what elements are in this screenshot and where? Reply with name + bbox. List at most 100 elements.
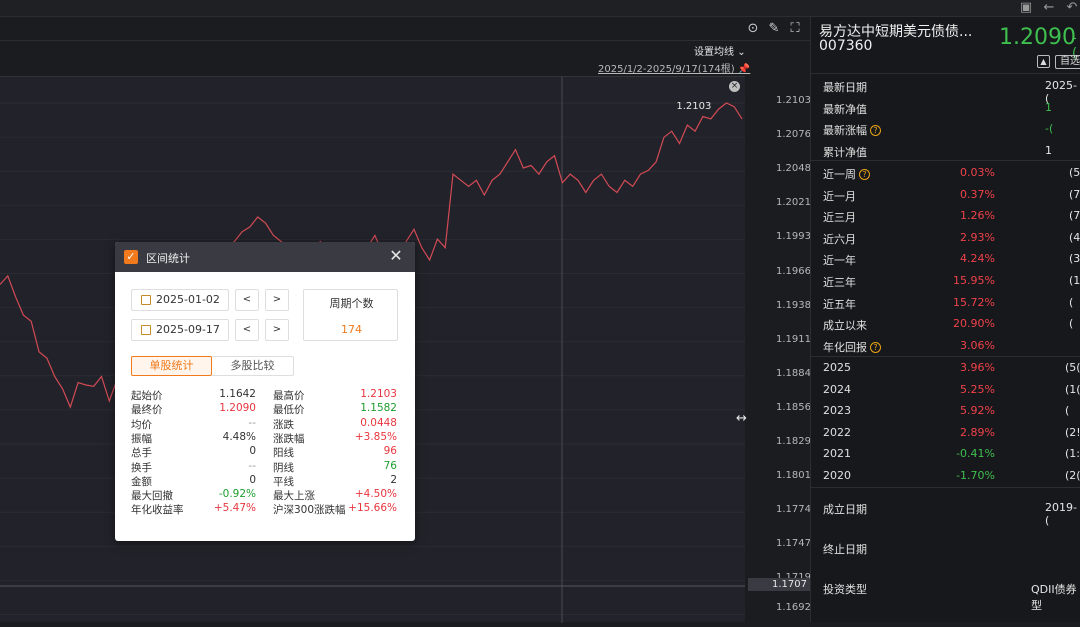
year-rank: (: [1065, 404, 1070, 418]
perf-pct: 0.03%: [960, 166, 995, 179]
y-tick-label: 1.2021: [776, 197, 811, 209]
perf-label[interactable]: 成立以来: [823, 317, 867, 333]
year-rank: (2(: [1065, 469, 1080, 482]
undo-icon[interactable]: ↶: [1064, 0, 1080, 16]
year-rank: (1(: [1065, 382, 1080, 396]
help-icon[interactable]: ?: [859, 169, 870, 180]
perf-label-text: 成立以来: [823, 319, 867, 333]
alert-icon[interactable]: ▲: [1037, 55, 1050, 68]
stat-value: --: [248, 416, 256, 429]
perf-pct: 2.93%: [960, 230, 995, 244]
calendar-icon: [141, 295, 151, 305]
perf-rank: (1: [1069, 274, 1080, 287]
stat-label: 最终价: [131, 404, 163, 417]
fund-code: 007360: [819, 38, 873, 54]
info-label-text: 最新净值: [823, 102, 867, 116]
help-icon[interactable]: ?: [870, 125, 881, 136]
perf-label[interactable]: 近一年: [823, 252, 856, 268]
y-tick-label: 1.2048: [776, 163, 811, 175]
start-prev-button[interactable]: <: [235, 289, 259, 311]
perf-pct: 20.90%: [953, 317, 995, 331]
stat-label: 金额: [131, 475, 152, 488]
perf-label[interactable]: 近五年: [823, 296, 856, 312]
info-value: 1: [1045, 100, 1052, 114]
establish-date-value: 2019-(: [1045, 501, 1077, 527]
y-tick-label: 1.1966: [776, 265, 811, 277]
invest-type-label: 投资类型: [823, 583, 867, 596]
perf-label[interactable]: 近六月: [823, 231, 856, 247]
stat-label: 换手: [131, 461, 152, 474]
perf-label[interactable]: 近一周?: [823, 166, 870, 182]
perf-label[interactable]: 近一月: [823, 188, 856, 204]
perf-label[interactable]: 近三年: [823, 274, 856, 290]
stat-value: +4.50%: [354, 488, 397, 501]
end-date-field[interactable]: 2025-09-17: [131, 319, 229, 341]
bookmark-icon[interactable]: ▣: [1018, 0, 1034, 16]
start-date-field[interactable]: 2025-01-02: [131, 289, 229, 311]
close-range-icon[interactable]: ×: [729, 81, 740, 92]
brush-icon[interactable]: ✎: [766, 21, 782, 37]
year-rank: (5(: [1065, 361, 1080, 374]
invest-type-value: QDII债券型: [1031, 583, 1077, 612]
perf-rank: (7: [1069, 209, 1080, 223]
fullscreen-icon[interactable]: ⛶: [787, 21, 803, 37]
perf-label[interactable]: 年化回报?: [823, 339, 881, 355]
stat-value: 0: [249, 445, 256, 458]
perf-pct: 1.26%: [960, 209, 995, 223]
start-next-button[interactable]: >: [265, 289, 289, 311]
y-tick-label: 1.1774: [776, 504, 811, 516]
end-next-button[interactable]: >: [265, 319, 289, 341]
stat-label: 阳线: [273, 447, 294, 460]
top-bar: ▣ ← ↶: [0, 0, 1080, 17]
stat-label: 总手: [131, 447, 152, 460]
stat-value: -0.92%: [218, 488, 256, 501]
chart-toolbar: ⊙ ✎ ⛶: [0, 17, 810, 41]
y-tick-label: 1.1747: [776, 538, 811, 550]
year-label: 2021: [823, 447, 851, 461]
stat-value: 0: [249, 473, 256, 486]
y-tick-label: 1.2103: [776, 95, 811, 106]
info-label: 最新涨幅?: [823, 122, 881, 138]
info-label-text: 最新日期: [823, 81, 867, 94]
perf-label[interactable]: 近三月: [823, 209, 856, 225]
divider: [811, 160, 1080, 161]
y-tick-label: 1.1884: [776, 367, 811, 379]
tab-multi-compare[interactable]: 多股比较: [212, 356, 294, 376]
help-icon[interactable]: ?: [870, 341, 881, 353]
info-value: 1: [1045, 143, 1052, 157]
check-icon: ✓: [124, 250, 138, 264]
collapse-icon[interactable]: ⊙: [745, 21, 761, 37]
close-button[interactable]: ✕: [387, 247, 405, 265]
establish-date-label: 成立日期: [823, 503, 867, 516]
stat-value: +15.66%: [348, 502, 397, 515]
stat-label: 最大回撤: [131, 490, 173, 503]
year-pct: 5.92%: [960, 404, 995, 418]
info-label: 最新日期: [823, 79, 867, 95]
tab-single-stats[interactable]: 单股统计: [131, 356, 212, 376]
stat-label: 起始价: [131, 390, 163, 402]
info-label-text: 累计净值: [823, 145, 867, 159]
back-icon[interactable]: ←: [1041, 0, 1057, 16]
dialog-header[interactable]: ✓ 区间统计 ✕: [115, 242, 415, 272]
range-text[interactable]: 2025/1/2-2025/9/17(174根) 📌: [598, 60, 750, 75]
perf-label-text: 近三年: [823, 276, 856, 289]
stat-value: 1.2090: [219, 402, 256, 415]
period-count-box: 周期个数 174: [303, 289, 398, 341]
perf-label-text: 近五年: [823, 297, 856, 311]
setting-ma-button[interactable]: 设置均线 ⌄: [694, 43, 746, 58]
stat-value: 1.2103: [360, 388, 397, 400]
stat-value: 76: [383, 459, 397, 472]
stat-value: 2: [390, 473, 397, 486]
perf-rank: (4: [1069, 230, 1080, 244]
end-prev-button[interactable]: <: [235, 319, 259, 341]
y-axis: 1.2103 1.2076 1.2048 1.2021 1.1993 1.1966 1.19…: [748, 76, 811, 622]
resize-horizontal-icon[interactable]: ↔: [736, 411, 747, 426]
stat-label: 最高价: [273, 390, 305, 402]
stat-label: 涨跌幅: [273, 432, 305, 445]
perf-rank: (: [1069, 295, 1074, 309]
divider: [811, 73, 1080, 74]
pin-icon[interactable]: 📌: [738, 64, 750, 75]
year-label: 2023: [823, 404, 851, 418]
info-label: 最新净值: [823, 101, 867, 117]
watchlist-button[interactable]: 自选: [1055, 55, 1080, 69]
